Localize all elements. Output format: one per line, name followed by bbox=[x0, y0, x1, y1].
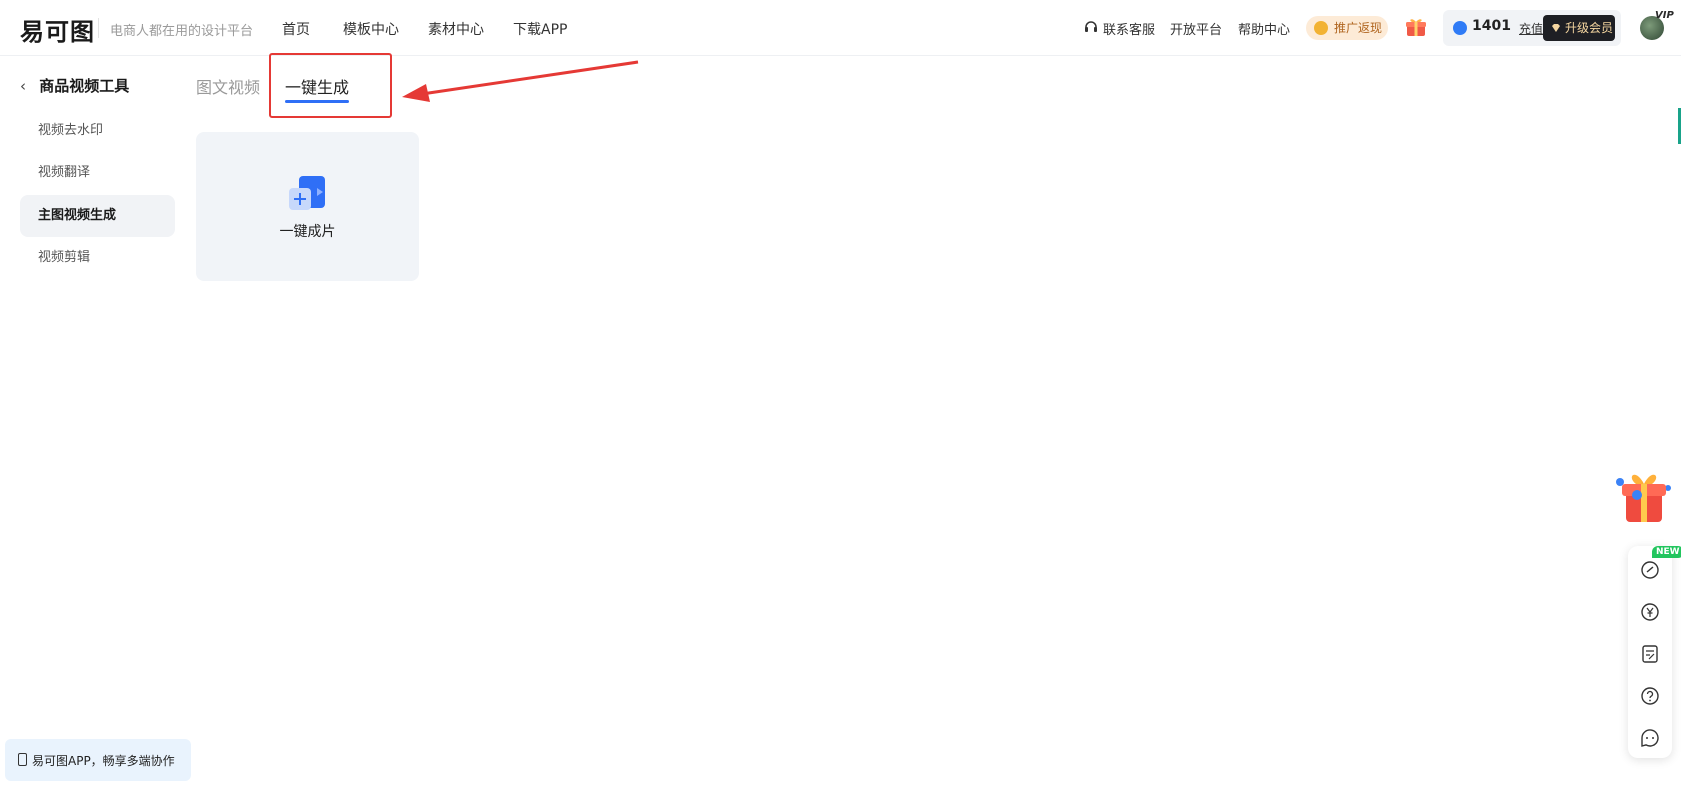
top-header: 易可图 电商人都在用的设计平台 首页 模板中心 素材中心 下载APP 联系客服 … bbox=[0, 0, 1681, 56]
sidebar-title: 商品视频工具 bbox=[39, 77, 130, 95]
points-balance: 1401 bbox=[1472, 18, 1511, 34]
diamond-icon bbox=[1552, 24, 1560, 32]
app-promo-text: 易可图APP，畅享多端协作 bbox=[32, 754, 175, 768]
card-label: 一键成片 bbox=[279, 224, 336, 240]
points-icon bbox=[1453, 21, 1467, 35]
edit-note-icon[interactable] bbox=[1638, 642, 1662, 666]
app-promo-banner[interactable]: 易可图APP，畅享多端协作 bbox=[5, 739, 191, 781]
help-question-icon[interactable] bbox=[1638, 684, 1662, 708]
link-icon[interactable] bbox=[1638, 558, 1662, 582]
promo-label: 推广返现 bbox=[1334, 21, 1383, 35]
points-vip-box: 1401 充值 升级会员 bbox=[1443, 10, 1621, 46]
yuan-refresh-icon[interactable] bbox=[1638, 600, 1662, 624]
logo[interactable]: 易可图 bbox=[20, 12, 95, 47]
new-badge: NEW bbox=[1652, 546, 1681, 558]
nav-materials[interactable]: 素材中心 bbox=[428, 19, 484, 39]
gift-icon[interactable] bbox=[1405, 16, 1427, 38]
logo-divider bbox=[98, 18, 99, 38]
recharge-link[interactable]: 充值 bbox=[1519, 20, 1543, 37]
floating-toolbar bbox=[1628, 546, 1672, 758]
nav-download-app[interactable]: 下载APP bbox=[513, 19, 567, 39]
vip-badge: VIP bbox=[1655, 10, 1674, 21]
help-center-link[interactable]: 帮助中心 bbox=[1238, 19, 1290, 38]
one-click-video-card[interactable]: 一键成片 bbox=[196, 132, 419, 281]
phone-icon bbox=[18, 753, 27, 766]
open-platform-link[interactable]: 开放平台 bbox=[1170, 19, 1222, 38]
nav-templates[interactable]: 模板中心 bbox=[343, 19, 399, 39]
upgrade-vip-button[interactable]: 升级会员 bbox=[1543, 15, 1615, 41]
headset-icon[interactable] bbox=[1084, 20, 1098, 34]
chat-bubble-icon[interactable] bbox=[1638, 726, 1662, 750]
nav-home[interactable]: 首页 bbox=[282, 19, 310, 39]
sidebar-item-video-translate[interactable]: 视频翻译 bbox=[20, 152, 175, 194]
sidebar-item-video-edit[interactable]: 视频剪辑 bbox=[20, 237, 175, 279]
tab-image-text-video[interactable]: 图文视频 bbox=[196, 74, 260, 98]
coin-icon bbox=[1314, 21, 1328, 35]
slogan: 电商人都在用的设计平台 bbox=[110, 24, 254, 39]
active-tab-indicator bbox=[285, 100, 349, 103]
sidebar-back-title[interactable]: ‹ 商品视频工具 bbox=[20, 75, 129, 96]
annotation-arrow-icon bbox=[402, 60, 639, 102]
chevron-left-icon: ‹ bbox=[20, 77, 26, 95]
floating-gift-icon[interactable] bbox=[1612, 462, 1676, 526]
tab-one-click-generate[interactable]: 一键生成 bbox=[285, 74, 349, 98]
promo-cashback-button[interactable]: 推广返现 bbox=[1306, 16, 1388, 40]
video-create-icon bbox=[289, 176, 325, 210]
upgrade-label: 升级会员 bbox=[1565, 21, 1614, 35]
sidebar-item-remove-watermark[interactable]: 视频去水印 bbox=[20, 110, 175, 152]
sidebar-item-main-video-generate[interactable]: 主图视频生成 bbox=[20, 195, 175, 237]
contact-support-link[interactable]: 联系客服 bbox=[1103, 19, 1155, 38]
